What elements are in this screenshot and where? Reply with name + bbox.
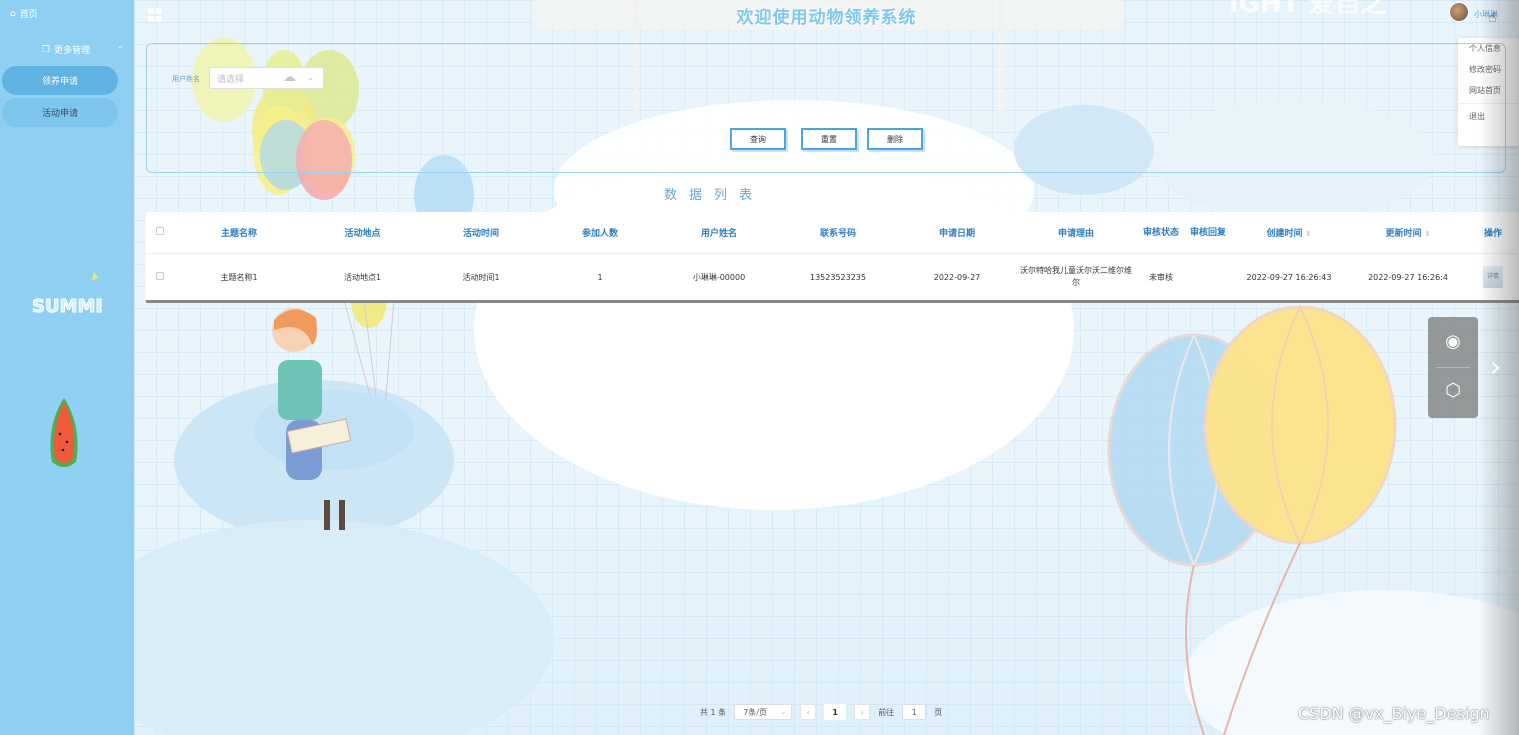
cell-date: 2022-09-27 [933, 272, 981, 282]
column-header: 参加人数 [581, 229, 618, 239]
column-header-updated[interactable]: 更新时间 ⇕ [1349, 226, 1467, 239]
sidebar-item-home[interactable]: ⌂ 首页 [10, 7, 38, 21]
data-table: 主题名称 活动地点 活动时间 参加人数 用户姓名 联系号码 申请日期 申请理由 … [146, 212, 1519, 303]
query-button[interactable]: 查询 [730, 128, 786, 150]
watermark: CSDN @vx_Biye_Design [1298, 704, 1490, 723]
column-header: 活动地点 [344, 229, 381, 239]
column-header-label: 创建时间 [1266, 229, 1303, 239]
page-title: 欢迎使用动物领养系统 [736, 8, 917, 28]
target-icon[interactable]: ⬡ [1441, 379, 1465, 403]
goto-page-input[interactable]: 1 [902, 704, 927, 720]
select-placeholder: 请选择 [217, 74, 245, 85]
sidebar-item-label: 活动申请 [41, 109, 78, 119]
table-header: 主题名称 活动地点 活动时间 参加人数 用户姓名 联系号码 申请日期 申请理由 … [146, 212, 1519, 254]
prev-page-button[interactable]: ‹ [800, 704, 817, 720]
column-header: 主题名称 [220, 229, 257, 239]
total-count: 共 1 条 [700, 707, 727, 717]
search-panel: 用户姓名 请选择 ☁ ⌄ 查询 重置 删除 [146, 43, 1506, 173]
reset-button[interactable]: 重置 [801, 128, 857, 150]
sidebar: ⌂ 首页 ❐ 更多管理 ⌃ 领养申请 活动申请 SUMMER [0, 0, 134, 735]
column-header: 用户姓名 [700, 229, 737, 239]
cell-theme: 主题名称1 [220, 272, 258, 282]
pagination: 共 1 条 7条/页 ⌄ ‹ 1 › 前往 1 页 [700, 703, 942, 721]
cell-user: 小琳琳-00000 [692, 272, 746, 282]
summer-decoration: SUMMER [32, 272, 102, 318]
cell-count: 1 [597, 272, 603, 282]
cell-phone: 13523523235 [810, 272, 866, 282]
sidebar-item-label: 领养申请 [41, 77, 78, 87]
chevron-down-icon: ⌄ [307, 73, 314, 82]
page-size-select[interactable]: 7条/页 ⌄ [734, 704, 793, 720]
column-header: 审核状态 [1142, 227, 1179, 238]
column-header: 申请理由 [1057, 229, 1094, 239]
svg-text:SUMMER: SUMMER [32, 296, 102, 317]
goto-suffix: 页 [934, 707, 943, 717]
top-bar: 欢迎使用动物领养系统 小琳琳 ☝ [134, 0, 1519, 30]
delete-button[interactable]: 删除 [867, 128, 923, 150]
column-header: 审核回复 [1189, 227, 1226, 238]
select-all-checkbox[interactable] [146, 227, 174, 238]
sidebar-item-activity-apply[interactable]: 活动申请 [2, 98, 118, 127]
camera-icon[interactable]: ◉ [1441, 330, 1465, 354]
chevron-down-icon: ⌄ [780, 708, 787, 716]
floating-toolbar: ◉ ⬡ [1428, 317, 1478, 418]
column-header: 申请日期 [938, 229, 975, 239]
cell-time: 活动时间1 [462, 272, 500, 282]
cell-place: 活动地点1 [343, 272, 382, 282]
sidebar-item-adopt-apply[interactable]: 领养申请 [2, 66, 118, 95]
cell-reason: 沃尔特哈我儿童沃尔沃二维尔维尔 [1020, 266, 1132, 287]
home-icon: ⌂ [10, 8, 16, 19]
table-row: 主题名称1 活动地点1 活动时间1 1 小琳琳-00000 1352352323… [146, 254, 1519, 300]
cell-updated: 2022-09-27 16:26:4 [1368, 272, 1448, 282]
column-header: 活动时间 [462, 229, 499, 239]
sidebar-group-more[interactable]: ❐ 更多管理 ⌃ [42, 43, 124, 57]
cell-status: 未审核 [1149, 272, 1173, 282]
goto-prefix: 前往 [878, 707, 895, 717]
avatar[interactable] [1449, 2, 1469, 22]
next-page-button[interactable]: › [854, 704, 871, 720]
cloud-icon: ☁ [283, 70, 296, 85]
chevron-up-icon: ⌃ [117, 45, 124, 54]
page-size-value: 7条/页 [743, 707, 767, 717]
chevron-right-icon[interactable]: › [1490, 350, 1501, 383]
column-header-label: 更新时间 [1385, 229, 1422, 239]
copy-icon: ❐ [42, 44, 51, 55]
username-filter-label: 用户姓名 [172, 75, 200, 83]
sidebar-group-label: 更多管理 [54, 46, 91, 56]
cell-created: 2022-09-27 16:26:43 [1246, 272, 1332, 282]
sidebar-item-label: 首页 [19, 10, 38, 20]
toolbar-divider [1436, 367, 1470, 368]
column-header: 联系号码 [819, 229, 856, 239]
data-list-title: 数据列表 [664, 188, 765, 203]
current-page[interactable]: 1 [824, 704, 847, 720]
watermelon-decoration [50, 398, 78, 467]
sort-icon[interactable]: ⇕ [1306, 230, 1312, 238]
row-checkbox[interactable] [146, 272, 174, 282]
column-header-created[interactable]: 创建时间 ⇕ [1229, 226, 1349, 239]
sort-icon[interactable]: ⇕ [1425, 230, 1431, 238]
username-filter-select[interactable]: 请选择 ☁ ⌄ [209, 67, 324, 89]
main-area: IGHT 爱自之 欢迎使用动物领养系统 小琳琳 ☝ 个人信息 修改密码 网站首页… [134, 0, 1519, 735]
